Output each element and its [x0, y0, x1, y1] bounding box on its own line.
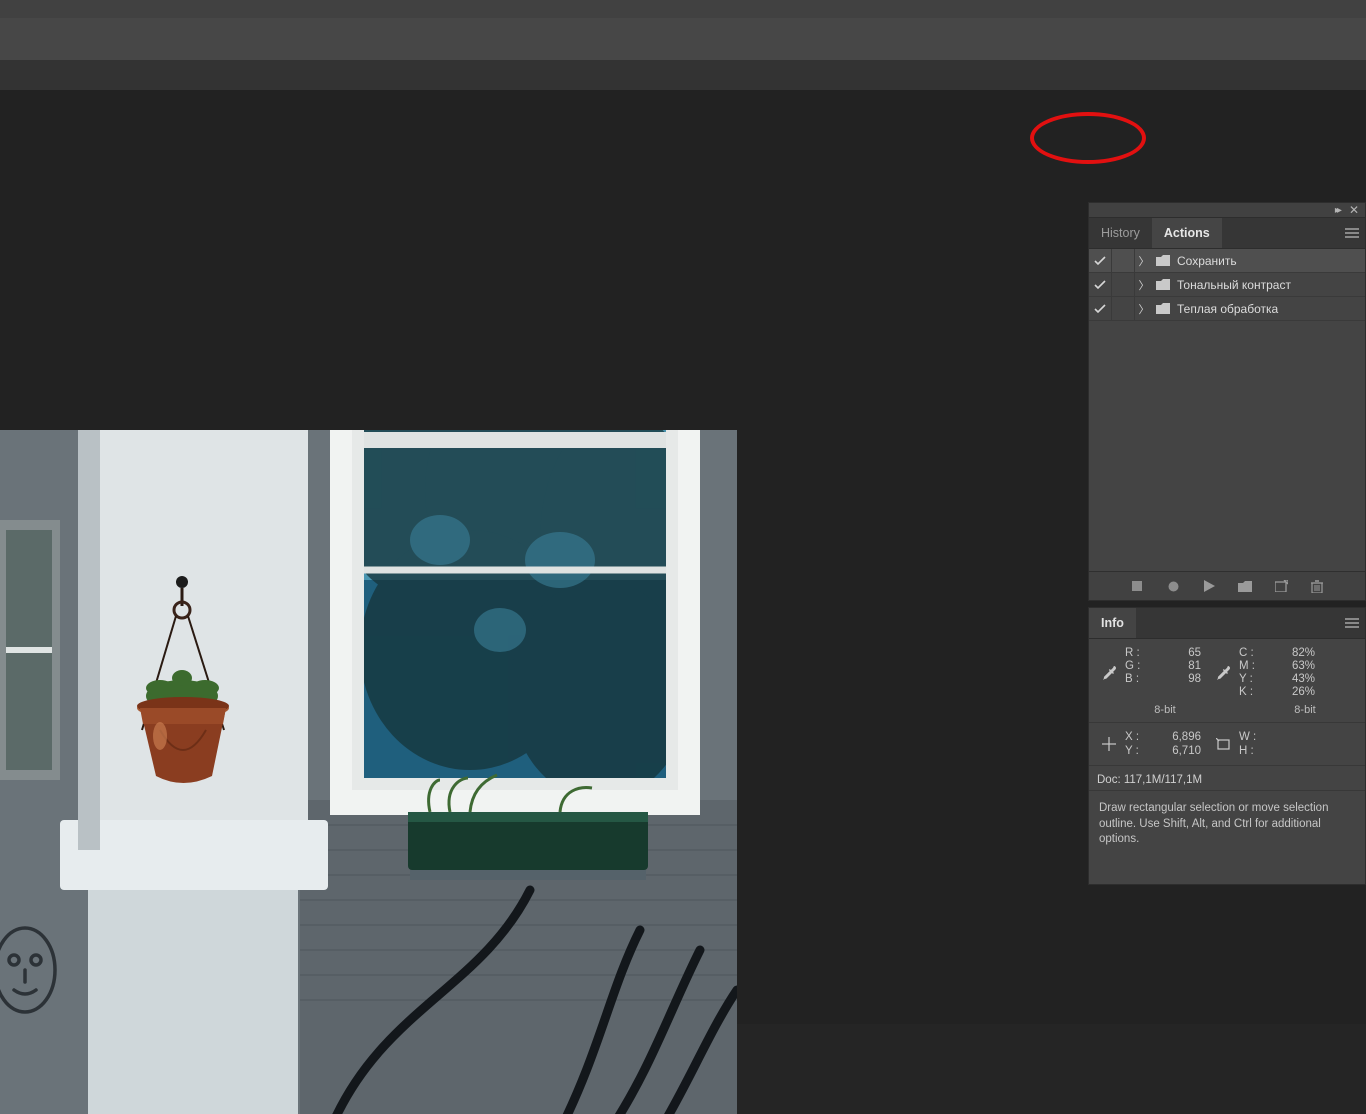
value-m: 63%: [1265, 660, 1321, 672]
info-panel-tabs: Info: [1088, 607, 1366, 639]
label-w: W :: [1239, 731, 1263, 743]
value-c: 82%: [1265, 647, 1321, 659]
close-panel-icon[interactable]: ✕: [1349, 203, 1359, 217]
actions-empty-area: [1089, 321, 1365, 571]
folder-icon: [1153, 303, 1173, 314]
bits-right: 8-bit: [1235, 704, 1366, 716]
eyedropper-cmyk-icon[interactable]: [1209, 647, 1237, 698]
tab-info[interactable]: Info: [1089, 608, 1136, 638]
label-h: H :: [1239, 745, 1263, 757]
action-label: Сохранить: [1173, 254, 1365, 268]
label-ycoord: Y :: [1125, 745, 1149, 757]
doc-size: Doc: 117,1M/117,1M: [1089, 766, 1365, 791]
spacer: [1125, 686, 1149, 698]
panel-tabs: History Actions: [1088, 217, 1366, 249]
panel-grip[interactable]: ▸▸ ✕: [1088, 202, 1366, 217]
tool-hint: Draw rectangular selection or move selec…: [1089, 791, 1365, 876]
action-label: Теплая обработка: [1173, 302, 1365, 316]
label-b: B :: [1125, 673, 1149, 685]
action-dialog-toggle[interactable]: [1112, 249, 1135, 272]
expand-chevron-icon[interactable]: 〉: [1135, 301, 1153, 317]
label-k: K :: [1239, 686, 1263, 698]
opened-image: [0, 430, 737, 1114]
action-dialog-toggle[interactable]: [1112, 273, 1135, 296]
annotation-ellipse: [1030, 112, 1146, 164]
action-row[interactable]: 〉 Сохранить: [1089, 249, 1365, 273]
expand-chevron-icon[interactable]: 〉: [1135, 253, 1153, 269]
value-b: 98: [1151, 673, 1207, 685]
actions-panel-body: 〉 Сохранить 〉 Тональный контраст 〉 Теплая обр…: [1088, 249, 1366, 601]
value-y: 43%: [1265, 673, 1321, 685]
action-toggle[interactable]: [1089, 249, 1112, 272]
action-label: Тональный контраст: [1173, 278, 1365, 292]
info-panel-body: R : 65 C : 82% G : 81 M : 63% B : 98 Y :…: [1088, 639, 1366, 885]
value-g: 81: [1151, 660, 1207, 672]
new-action-icon[interactable]: [1274, 579, 1288, 593]
label-y: Y :: [1239, 673, 1263, 685]
label-r: R :: [1125, 647, 1149, 659]
action-row[interactable]: 〉 Тональный контраст: [1089, 273, 1365, 297]
play-icon[interactable]: [1202, 579, 1216, 593]
folder-icon: [1153, 255, 1173, 266]
canvas-area: ▸▸ ✕ History Actions 〉 Сохранить 〉 Тональны…: [0, 90, 1366, 1024]
actions-list: 〉 Сохранить 〉 Тональный контраст 〉 Теплая обр…: [1089, 249, 1365, 321]
label-m: M :: [1239, 660, 1263, 672]
action-dialog-toggle[interactable]: [1112, 297, 1135, 320]
label-x: X :: [1125, 731, 1149, 743]
label-g: G :: [1125, 660, 1149, 672]
value-k: 26%: [1265, 686, 1321, 698]
info-panel-menu-icon[interactable]: [1339, 608, 1365, 638]
spacer: [1151, 686, 1207, 698]
options-bar: [0, 18, 1366, 61]
action-toggle[interactable]: [1089, 297, 1112, 320]
folder-icon: [1153, 279, 1173, 290]
expand-chevron-icon[interactable]: 〉: [1135, 277, 1153, 293]
actions-footer: [1089, 571, 1365, 600]
new-set-icon[interactable]: [1238, 579, 1252, 593]
value-x: 6,896: [1151, 731, 1207, 743]
tab-actions[interactable]: Actions: [1152, 218, 1222, 248]
crosshair-icon: [1095, 731, 1123, 757]
action-row[interactable]: 〉 Теплая обработка: [1089, 297, 1365, 321]
bits-left: 8-bit: [1095, 704, 1235, 716]
stop-icon[interactable]: [1130, 579, 1144, 593]
value-h: [1265, 745, 1321, 757]
collapse-panel-icon[interactable]: ▸▸: [1335, 205, 1339, 216]
value-r: 65: [1151, 647, 1207, 659]
panel-menu-icon[interactable]: [1339, 218, 1365, 248]
value-w: [1265, 731, 1321, 743]
action-toggle[interactable]: [1089, 273, 1112, 296]
tab-history[interactable]: History: [1089, 218, 1152, 248]
eyedropper-rgb-icon[interactable]: [1095, 647, 1123, 698]
record-icon[interactable]: [1166, 579, 1180, 593]
value-ycoord: 6,710: [1151, 745, 1207, 757]
label-c: C :: [1239, 647, 1263, 659]
dimensions-icon: [1209, 731, 1237, 757]
menubar-strip: [0, 0, 1366, 19]
trash-icon[interactable]: [1310, 579, 1324, 593]
document-tab-bar: [0, 60, 1366, 91]
